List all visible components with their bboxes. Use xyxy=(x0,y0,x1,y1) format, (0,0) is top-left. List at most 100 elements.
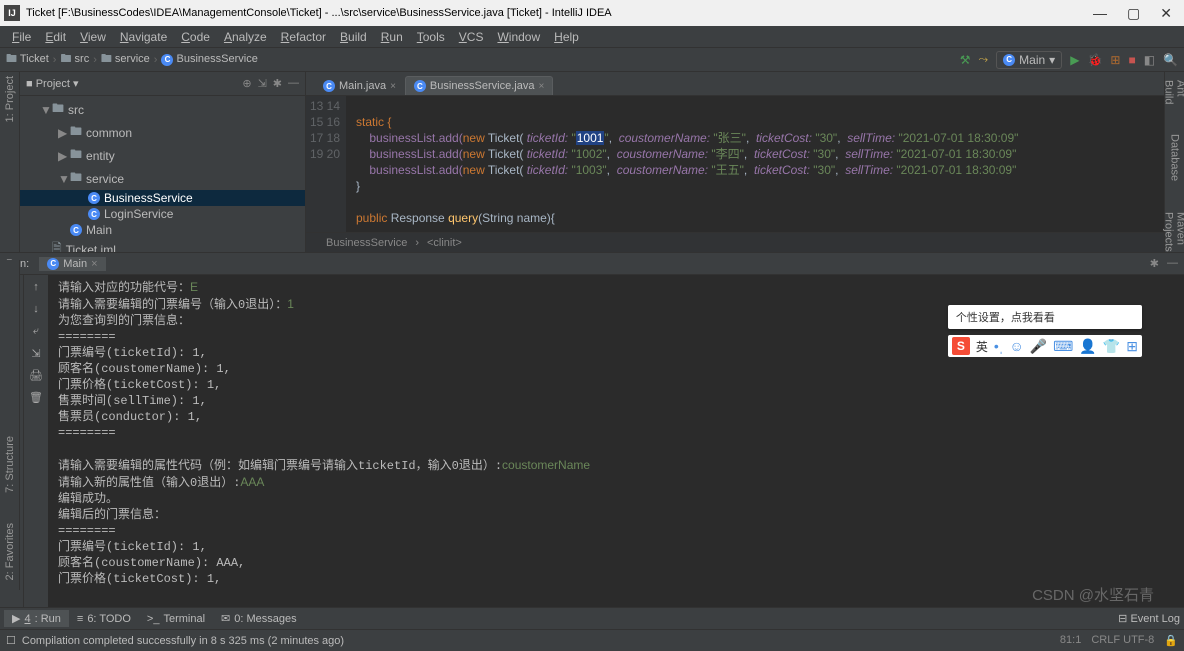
chevron-right-icon: › xyxy=(415,237,419,249)
menu-run[interactable]: Run xyxy=(375,28,409,46)
ime-skin-icon[interactable]: 👕 xyxy=(1103,338,1120,355)
ime-mic-icon[interactable]: 🎤 xyxy=(1030,338,1047,355)
menu-edit[interactable]: Edit xyxy=(39,28,72,46)
bottom-tab[interactable]: ≡ 6: TODO xyxy=(69,610,139,627)
menu-navigate[interactable]: Navigate xyxy=(114,28,173,46)
ime-keyboard-icon[interactable]: ⌨ xyxy=(1053,338,1073,355)
menu-help[interactable]: Help xyxy=(548,28,585,46)
tree-item-ticket.iml[interactable]: 🗎 Ticket.iml xyxy=(20,238,305,252)
search-everywhere-icon[interactable]: 🔍 xyxy=(1163,53,1178,67)
bottom-tab[interactable]: ✉ 0: Messages xyxy=(213,610,305,627)
chevron-right-icon: › xyxy=(93,54,97,66)
ime-popup: 个性设置，点我看看 S 英 •ˌ ☺ 🎤 ⌨ 👤 👕 ⊞ xyxy=(948,305,1142,357)
left-tool-strip: 1: Project xyxy=(0,72,20,252)
editor-tab[interactable]: C Main.java × xyxy=(314,76,405,95)
bottom-tab[interactable]: ▶ 4: Run xyxy=(4,610,69,627)
minimize-button[interactable]: — xyxy=(1093,5,1107,22)
caret-position[interactable]: 81:1 xyxy=(1060,634,1081,647)
close-icon[interactable]: × xyxy=(390,81,396,92)
crumb-item[interactable]: <clinit> xyxy=(427,237,462,249)
stop-button[interactable]: ■ xyxy=(1128,53,1135,67)
menu-tools[interactable]: Tools xyxy=(411,28,451,46)
breadcrumb[interactable]: 🖿 Ticket›🖿 src›🖿 service›C BusinessServi… xyxy=(6,50,258,69)
tool-maven[interactable]: Maven Projects xyxy=(1163,212,1184,252)
sogou-logo[interactable]: S xyxy=(952,337,970,355)
tool-project[interactable]: 1: Project xyxy=(4,76,16,122)
run-tab-label: Main xyxy=(63,258,87,270)
lock-icon[interactable]: 🔒 xyxy=(1164,634,1178,647)
project-tree[interactable]: ▼🖿 src▶🖿 common▶🖿 entity▼🖿 serviceC Busi… xyxy=(20,96,305,252)
crumb-item[interactable]: BusinessService xyxy=(326,237,407,249)
status-icon[interactable]: ☐ xyxy=(6,634,16,647)
class-icon: C xyxy=(47,258,59,270)
tool-favorites[interactable]: 2: Favorites xyxy=(4,523,16,580)
scroll-icon[interactable]: ⇲ xyxy=(28,345,44,361)
close-icon[interactable]: × xyxy=(538,81,544,92)
menu-vcs[interactable]: VCS xyxy=(453,28,490,46)
scroll-from-source-icon[interactable]: ⊕ xyxy=(242,77,251,90)
ime-tools-icon[interactable]: ⊞ xyxy=(1126,338,1138,355)
ime-tooltip[interactable]: 个性设置，点我看看 xyxy=(948,305,1142,329)
more-run-icon[interactable]: ◧ xyxy=(1144,53,1155,67)
ime-person-icon[interactable]: 👤 xyxy=(1079,338,1096,355)
ime-emoji-icon[interactable]: ☺ xyxy=(1009,338,1023,354)
status-message: Compilation completed successfully in 8 … xyxy=(22,635,344,647)
trash-icon[interactable]: 🗑 xyxy=(28,389,44,405)
menu-view[interactable]: View xyxy=(74,28,112,46)
tab-icon: ✉ xyxy=(221,612,230,625)
panel-title[interactable]: ■ Project ▾ xyxy=(26,77,79,90)
class-icon: C xyxy=(1003,54,1015,66)
tool-ant[interactable]: Ant Build xyxy=(1163,80,1184,104)
tree-item-businessservice[interactable]: C BusinessService xyxy=(20,190,305,206)
breadcrumb-item[interactable]: 🖿 Ticket xyxy=(6,50,49,69)
run-config-selector[interactable]: C Main ▾ xyxy=(996,51,1062,69)
code-content[interactable]: static { businessList.add(new Ticket( ti… xyxy=(346,96,1184,232)
tree-item-service[interactable]: ▼🖿 service xyxy=(20,167,305,190)
close-icon[interactable]: × xyxy=(91,258,97,270)
breadcrumb-item[interactable]: 🖿 src xyxy=(60,50,89,69)
menu-window[interactable]: Window xyxy=(491,28,546,46)
ime-toolbar[interactable]: S 英 •ˌ ☺ 🎤 ⌨ 👤 👕 ⊞ xyxy=(948,335,1142,357)
menu-file[interactable]: File xyxy=(6,28,37,46)
build-icon[interactable] xyxy=(960,53,971,67)
editor-tab[interactable]: C BusinessService.java × xyxy=(405,76,553,95)
tool-database[interactable]: Database xyxy=(1169,134,1181,181)
run-button[interactable]: ▶ xyxy=(1070,53,1079,67)
menu-bar: FileEditViewNavigateCodeAnalyzeRefactorB… xyxy=(0,26,1184,48)
tree-item-entity[interactable]: ▶🖿 entity xyxy=(20,144,305,167)
coverage-button[interactable]: ⊞ xyxy=(1110,53,1120,67)
hide-panel-icon[interactable]: — xyxy=(288,77,299,90)
run-tools-right: ↑ ↓ ⤶ ⇲ 🖨 🗑 xyxy=(24,275,48,607)
event-log-button[interactable]: ⊟ Event Log xyxy=(1118,612,1180,625)
encoding[interactable]: CRLF‎ UTF-8 xyxy=(1091,634,1154,647)
menu-code[interactable]: Code xyxy=(175,28,216,46)
breadcrumb-item[interactable]: C BusinessService xyxy=(161,53,257,66)
tree-item-loginservice[interactable]: C LoginService xyxy=(20,206,305,222)
tree-item-main[interactable]: C Main xyxy=(20,222,305,238)
settings-icon[interactable]: ✱ xyxy=(273,77,282,90)
maximize-button[interactable]: ▢ xyxy=(1127,5,1140,22)
tree-item-src[interactable]: ▼🖿 src xyxy=(20,98,305,121)
hide-icon[interactable]: — xyxy=(1167,257,1178,270)
tree-item-common[interactable]: ▶🖿 common xyxy=(20,121,305,144)
menu-analyze[interactable]: Analyze xyxy=(218,28,273,46)
down-icon[interactable]: ↓ xyxy=(28,301,44,317)
breadcrumb-item[interactable]: 🖿 service xyxy=(101,50,150,69)
collapse-all-icon[interactable]: ⇲ xyxy=(258,77,267,90)
tool-structure[interactable]: 7: Structure xyxy=(4,436,16,493)
editor-breadcrumbs[interactable]: BusinessService › <clinit> xyxy=(306,232,1184,252)
bottom-tab[interactable]: >_ Terminal xyxy=(139,610,213,627)
print-icon[interactable]: 🖨 xyxy=(28,367,44,383)
debug-button[interactable]: 🐞 xyxy=(1087,53,1102,67)
run-tab[interactable]: C Main × xyxy=(39,257,105,271)
menu-refactor[interactable]: Refactor xyxy=(275,28,332,46)
close-window-button[interactable]: ✕ xyxy=(1160,5,1172,22)
wrap-icon[interactable]: ⤶ xyxy=(28,323,44,339)
ime-lang[interactable]: 英 xyxy=(976,338,988,355)
gear-icon[interactable]: ✱ xyxy=(1150,257,1159,270)
ime-punct-icon[interactable]: •ˌ xyxy=(994,338,1004,354)
navigation-bar: 🖿 Ticket›🖿 src›🖿 service›C BusinessServi… xyxy=(0,48,1184,72)
up-icon[interactable]: ↑ xyxy=(28,279,44,295)
sync-icon[interactable]: ⤳ xyxy=(979,52,989,67)
menu-build[interactable]: Build xyxy=(334,28,373,46)
